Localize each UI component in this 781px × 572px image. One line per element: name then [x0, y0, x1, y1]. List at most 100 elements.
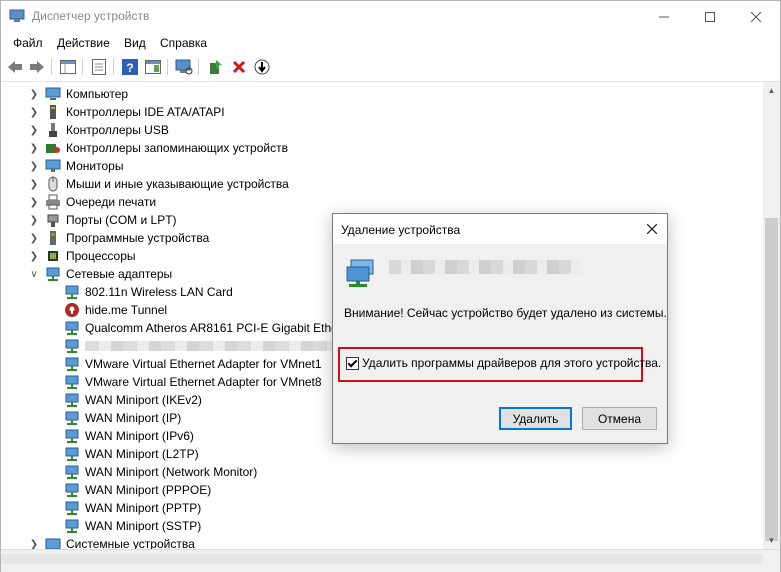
tree-item-usb-controllers[interactable]: ❯ Контроллеры USB: [1, 121, 741, 139]
properties-icon: [92, 59, 106, 75]
tree-item-print-queues[interactable]: ❯ Очереди печати: [1, 193, 741, 211]
network-adapter-icon: [65, 465, 79, 479]
monitor-scan-icon: [175, 59, 193, 75]
horizontal-scrollbar[interactable]: [1, 554, 763, 564]
redacted-device-name: [85, 341, 335, 351]
svg-text:?: ?: [126, 61, 133, 75]
network-adapter-icon: [65, 285, 79, 299]
help-button[interactable]: ?: [120, 57, 140, 77]
redacted-device-name: [389, 260, 581, 274]
menu-action[interactable]: Действие: [57, 36, 110, 50]
window-title: Диспетчер устройств: [32, 9, 150, 23]
uninstall-device-dialog: Удаление устройства Внимание! Сейчас уст…: [332, 213, 668, 444]
chevron-right-icon[interactable]: ❯: [28, 177, 40, 191]
tree-item-adapter[interactable]: WAN Miniport (PPPOE): [1, 481, 741, 499]
maximize-button[interactable]: [687, 1, 733, 32]
forward-button[interactable]: [27, 57, 47, 77]
tree-item-adapter[interactable]: WAN Miniport (L2TP): [1, 445, 741, 463]
network-adapter-icon: [65, 447, 79, 461]
update-driver-button[interactable]: [206, 57, 226, 77]
network-adapter-icon: [65, 321, 79, 335]
dialog-close-button[interactable]: [637, 214, 667, 244]
menu-view[interactable]: Вид: [124, 36, 146, 50]
help-icon: ?: [122, 59, 138, 75]
uninstall-device-button[interactable]: [229, 57, 249, 77]
tree-item-adapter[interactable]: WAN Miniport (PPTP): [1, 499, 741, 517]
menu-help[interactable]: Справка: [160, 36, 207, 50]
minimize-button[interactable]: [641, 1, 687, 32]
tree-item-monitors[interactable]: ❯ Мониторы: [1, 157, 741, 175]
monitor-icon: [45, 159, 61, 172]
console-tree-icon: [60, 60, 76, 74]
scroll-down-icon[interactable]: ▼: [763, 532, 780, 549]
network-adapter-icon: [65, 357, 79, 371]
printer-icon: [46, 194, 60, 210]
delete-driver-highlight: Удалить программы драйверов для этого ус…: [338, 347, 661, 382]
close-icon: [751, 11, 761, 22]
arrow-right-icon: [30, 61, 44, 73]
scrollbar-thumb[interactable]: [765, 218, 778, 541]
action-pane-button[interactable]: [143, 57, 163, 77]
network-adapter-icon: [65, 483, 79, 497]
hide-me-icon: [65, 303, 79, 317]
network-adapter-icon: [346, 259, 374, 287]
uninstall-button[interactable]: Удалить: [499, 407, 572, 430]
tree-item-storage-controllers[interactable]: ❯ Контроллеры запоминающих устройств: [1, 139, 741, 157]
chevron-right-icon[interactable]: ❯: [28, 87, 40, 101]
delete-driver-label[interactable]: Удалить программы драйверов для этого ус…: [362, 356, 661, 370]
network-adapter-icon: [65, 501, 79, 515]
chevron-right-icon[interactable]: ❯: [28, 213, 40, 227]
arrow-left-icon: [8, 61, 22, 73]
ide-controller-icon: [50, 105, 56, 119]
software-device-icon: [50, 231, 56, 245]
chevron-right-icon[interactable]: ❯: [28, 195, 40, 209]
close-button[interactable]: [733, 1, 779, 32]
usb-icon: [49, 123, 57, 137]
computer-icon: [45, 87, 61, 100]
tree-item-mice[interactable]: ❯ Мыши и иные указывающие устройства: [1, 175, 741, 193]
tree-item-ide-controllers[interactable]: ❯ Контроллеры IDE ATA/ATAPI: [1, 103, 741, 121]
show-hide-console-tree-button[interactable]: [58, 57, 78, 77]
dialog-title: Удаление устройства: [341, 223, 461, 237]
chevron-right-icon[interactable]: ❯: [28, 231, 40, 245]
chevron-right-icon[interactable]: ❯: [28, 123, 40, 137]
menu-file[interactable]: Файл: [13, 36, 43, 50]
disable-device-button[interactable]: [252, 57, 272, 77]
toolbar: ?: [1, 54, 780, 82]
network-adapter-icon: [65, 429, 79, 443]
download-arrow-icon: [254, 59, 270, 75]
back-button[interactable]: [5, 57, 25, 77]
chevron-right-icon[interactable]: ❯: [28, 249, 40, 263]
tree-item-computer[interactable]: ❯ Компьютер: [1, 85, 741, 103]
close-icon: [647, 224, 657, 234]
delete-driver-checkbox[interactable]: [346, 357, 359, 370]
network-adapter-icon: [65, 411, 79, 425]
vertical-scrollbar[interactable]: ▲ ▼: [763, 82, 780, 549]
warning-text: Внимание! Сейчас устройство будет удален…: [344, 306, 667, 320]
network-adapter-icon: [65, 339, 79, 353]
chevron-right-icon[interactable]: ❯: [28, 141, 40, 155]
chevron-right-icon[interactable]: ❯: [28, 537, 40, 550]
network-adapter-icon: [65, 393, 79, 407]
tree-item-adapter[interactable]: WAN Miniport (SSTP): [1, 517, 741, 535]
menu-bar: Файл Действие Вид Справка: [1, 32, 780, 54]
chevron-right-icon[interactable]: ❯: [28, 159, 40, 173]
maximize-icon: [705, 11, 715, 22]
scroll-up-icon[interactable]: ▲: [763, 82, 780, 99]
dialog-title-bar: Удаление устройства: [333, 214, 667, 244]
mouse-icon: [48, 176, 58, 192]
device-manager-window: Диспетчер устройств Файл Действие Вид Сп…: [0, 0, 781, 572]
scan-hardware-button[interactable]: [174, 57, 194, 77]
tree-item-system-devices[interactable]: ❯ Системные устройства: [1, 535, 741, 549]
minimize-icon: [659, 16, 669, 17]
tree-item-adapter[interactable]: WAN Miniport (Network Monitor): [1, 463, 741, 481]
device-manager-icon: [9, 9, 25, 22]
update-driver-icon: [210, 60, 222, 74]
action-pane-icon: [145, 60, 161, 74]
chevron-down-icon[interactable]: ∨: [28, 267, 40, 281]
network-adapter-icon: [65, 519, 79, 533]
properties-button[interactable]: [89, 57, 109, 77]
cancel-button[interactable]: Отмена: [582, 407, 657, 430]
chevron-right-icon[interactable]: ❯: [28, 105, 40, 119]
red-x-icon: [232, 60, 246, 74]
